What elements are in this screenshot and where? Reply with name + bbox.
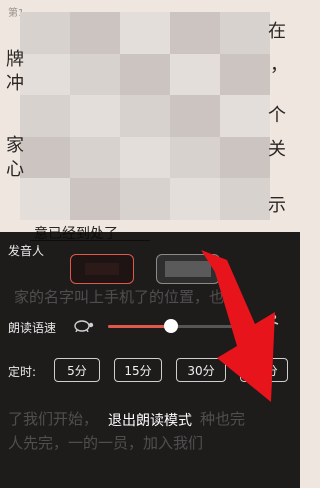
speed-slider-fill xyxy=(108,325,171,328)
red-arrow-annotation xyxy=(201,250,275,402)
turtle-icon xyxy=(72,318,94,335)
text-char: 牌 xyxy=(6,49,24,70)
timer-label: 定时: xyxy=(8,365,37,379)
timer-option-15[interactable]: 15分 xyxy=(114,358,162,382)
background-text: 人先完，一的一员，加入我们 xyxy=(8,434,204,452)
voice-option-selected[interactable] xyxy=(70,254,134,284)
text-char: 关 xyxy=(268,139,286,160)
text-char: 在 xyxy=(268,21,286,42)
text-char: 冲 xyxy=(6,73,24,94)
blurred-content xyxy=(20,12,270,220)
text-char: 个 xyxy=(268,105,286,126)
speed-label: 朗读语速 xyxy=(8,321,57,335)
text-char: ， xyxy=(270,55,288,76)
text-char: 示 xyxy=(268,195,286,216)
text-char: 心 xyxy=(6,159,24,180)
text-char: 家 xyxy=(6,135,24,156)
voice-label: 发音人 xyxy=(8,244,45,258)
timer-option-5[interactable]: 5分 xyxy=(54,358,100,382)
